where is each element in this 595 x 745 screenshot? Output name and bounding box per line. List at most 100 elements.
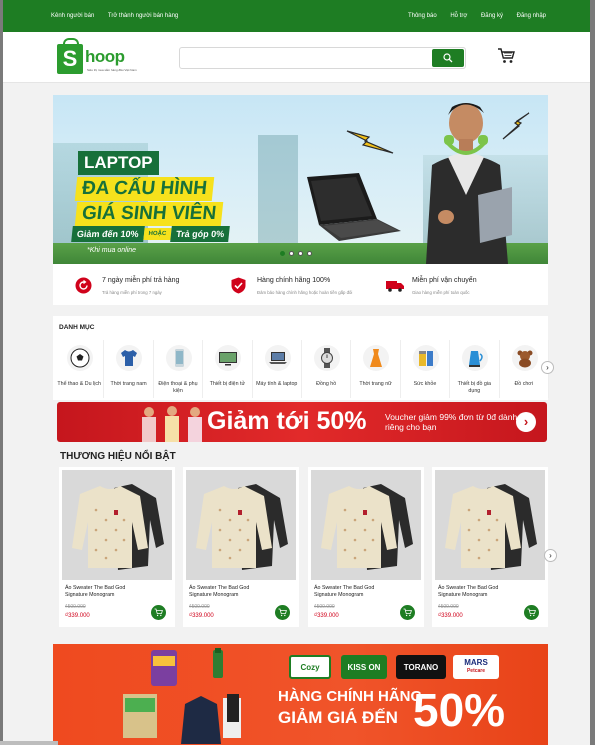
- support-link[interactable]: Hỗ trợ: [450, 13, 467, 19]
- chevron-right-icon: ›: [546, 363, 549, 372]
- product-name: Áo Sweater The Bad God Signature Monogra…: [314, 585, 375, 598]
- logo[interactable]: S hoop Siêu thị mua sắm hàng đầu Việt Na…: [57, 38, 147, 78]
- slide-dots: [280, 251, 312, 256]
- header: S hoop Siêu thị mua sắm hàng đầu Việt Na…: [3, 32, 590, 83]
- product-name: Áo Sweater The Bad God Signature Monogra…: [189, 585, 250, 598]
- chevron-right-icon: ›: [549, 551, 552, 560]
- brand-logo-cozy: Cozy: [289, 655, 331, 679]
- brand-sale-banner[interactable]: Cozy KISS ON TORANO MARS Petcare HÀNG CH…: [53, 644, 548, 745]
- slide-dot[interactable]: [298, 251, 303, 256]
- cart-button[interactable]: [497, 47, 515, 70]
- logo-tagline: Siêu thị mua sắm hàng đầu Việt Nam: [87, 68, 137, 72]
- hero-promo: Giảm đến 10% HOẶC Trả góp 0%: [71, 225, 231, 243]
- hero-banner[interactable]: LAPTOP ĐA CẤU HÌNH GIÁ SINH VIÊN Giảm đế…: [53, 95, 548, 264]
- become-seller-link[interactable]: Trở thành người bán hàng: [108, 13, 178, 19]
- product-old-price: ₫500.000: [189, 604, 210, 610]
- category-label: Sức khỏe: [413, 381, 437, 387]
- product-image: [435, 470, 545, 580]
- category-image: [412, 345, 439, 371]
- add-to-cart-button[interactable]: [524, 605, 539, 620]
- product-name: Áo Sweater The Bad God Signature Monogra…: [438, 585, 499, 598]
- search-button[interactable]: [432, 49, 464, 67]
- voucher-text: Voucher giảm 99% đơn từ 0đ dành riêng ch…: [385, 412, 518, 432]
- product-card[interactable]: Áo Sweater The Bad God Signature Monogra…: [59, 467, 175, 627]
- product-card[interactable]: Áo Sweater The Bad God Signature Monogra…: [183, 467, 299, 627]
- category-men-fashion[interactable]: Thời trang nam: [104, 340, 154, 398]
- category-label: Máy tính & laptop: [256, 381, 298, 387]
- category-sports-travel[interactable]: Thể thao & Du lịch: [55, 340, 105, 398]
- horizontal-scrollbar[interactable]: [0, 741, 58, 745]
- category-label: Điện thoại & phụ kiện: [158, 381, 198, 394]
- page: Kênh người bán Trở thành người bán hàng …: [3, 0, 590, 745]
- hero-promo-or: HOẶC: [142, 228, 172, 240]
- kettle-icon: [469, 351, 483, 367]
- category-home-appliances[interactable]: Thiết bị đồ gia dụng: [450, 340, 500, 398]
- category-image: [511, 345, 538, 371]
- notifications-link[interactable]: Thông báo: [408, 13, 437, 19]
- return-icon: [75, 277, 92, 294]
- register-link[interactable]: Đăng ký: [481, 13, 503, 19]
- sweater-icon: [72, 484, 164, 570]
- ball-icon: [70, 348, 90, 368]
- person-icon: [426, 103, 512, 264]
- featured-brands-title: THƯƠNG HIỆU NỔI BẬT: [60, 451, 176, 462]
- category-health[interactable]: Sức khỏe: [401, 340, 451, 398]
- cart-icon: [527, 608, 536, 617]
- category-women-fashion[interactable]: Thời trang nữ: [351, 340, 401, 398]
- hero-headline-1: ĐA CẤU HÌNH: [74, 177, 215, 201]
- product-price: ₫339.000: [438, 613, 463, 619]
- seller-channel-link[interactable]: Kênh người bán: [51, 13, 94, 19]
- product-image: [311, 470, 421, 580]
- category-image: [67, 345, 93, 371]
- product-old-price: ₫500.000: [65, 604, 86, 610]
- search-input[interactable]: [184, 51, 424, 65]
- service-bar: 7 ngày miễn phí trả hàng Trả hàng miễn p…: [53, 264, 548, 305]
- slide-dot[interactable]: [307, 251, 312, 256]
- category-label: Thiết bị đồ gia dụng: [457, 381, 491, 394]
- category-computers[interactable]: Máy tính & laptop: [253, 340, 302, 398]
- products-collage-image: [123, 648, 241, 744]
- search-icon: [443, 53, 453, 63]
- shirt-icon: [121, 350, 138, 366]
- category-label: Đồng hồ: [316, 381, 337, 387]
- hero-badge: LAPTOP: [78, 151, 159, 175]
- slide-dot[interactable]: [289, 251, 294, 256]
- service-title: Miễn phí vận chuyển: [412, 277, 477, 284]
- product-list: Áo Sweater The Bad God Signature Monogra…: [59, 467, 548, 627]
- service-subtitle: Trả hàng miễn phí trong 7 ngày: [102, 290, 162, 295]
- voucher-arrow-button[interactable]: ›: [516, 412, 536, 432]
- phone-icon: [174, 349, 184, 367]
- product-price: ₫339.000: [65, 613, 90, 619]
- add-to-cart-button[interactable]: [400, 605, 415, 620]
- category-label: Thời trang nữ: [359, 381, 392, 387]
- laptop-icon: [268, 352, 287, 364]
- brand-sale-percent: 50%: [413, 684, 506, 736]
- category-image: [264, 345, 291, 371]
- category-image: [313, 345, 340, 371]
- category-electronics[interactable]: Thiết bị điện tử: [203, 340, 253, 398]
- voucher-headline: Giảm tới 50%: [207, 407, 367, 435]
- laptop-icon: [307, 173, 401, 241]
- mars-logo-text: MARS: [464, 658, 488, 667]
- voucher-banner[interactable]: Giảm tới 50% Voucher giảm 99% đơn từ 0đ …: [57, 402, 547, 442]
- brand-logo-mars: MARS Petcare: [453, 655, 499, 679]
- category-watches[interactable]: Đồng hồ: [302, 340, 352, 398]
- login-link[interactable]: Đăng nhập: [517, 13, 546, 19]
- add-to-cart-button[interactable]: [151, 605, 166, 620]
- cart-icon: [154, 608, 163, 617]
- teddy-icon: [517, 350, 533, 368]
- mars-logo-sub: Petcare: [466, 668, 486, 674]
- product-card[interactable]: Áo Sweater The Bad God Signature Monogra…: [432, 467, 548, 627]
- category-phones[interactable]: Điện thoại & phụ kiện: [154, 340, 204, 398]
- service-genuine: Hàng chính hãng 100% Đảm bảo hàng chính …: [230, 264, 385, 305]
- tv-icon: [219, 352, 238, 366]
- add-to-cart-button[interactable]: [275, 605, 290, 620]
- topbar-left: Kênh người bán Trở thành người bán hàng: [51, 13, 190, 19]
- category-next-button[interactable]: ›: [541, 361, 554, 374]
- product-next-button[interactable]: ›: [544, 549, 557, 562]
- search-box: [179, 47, 466, 69]
- slide-dot[interactable]: [280, 251, 285, 256]
- service-title: 7 ngày miễn phí trả hàng: [102, 277, 180, 284]
- health-icon: [418, 351, 433, 366]
- product-card[interactable]: Áo Sweater The Bad God Signature Monogra…: [308, 467, 424, 627]
